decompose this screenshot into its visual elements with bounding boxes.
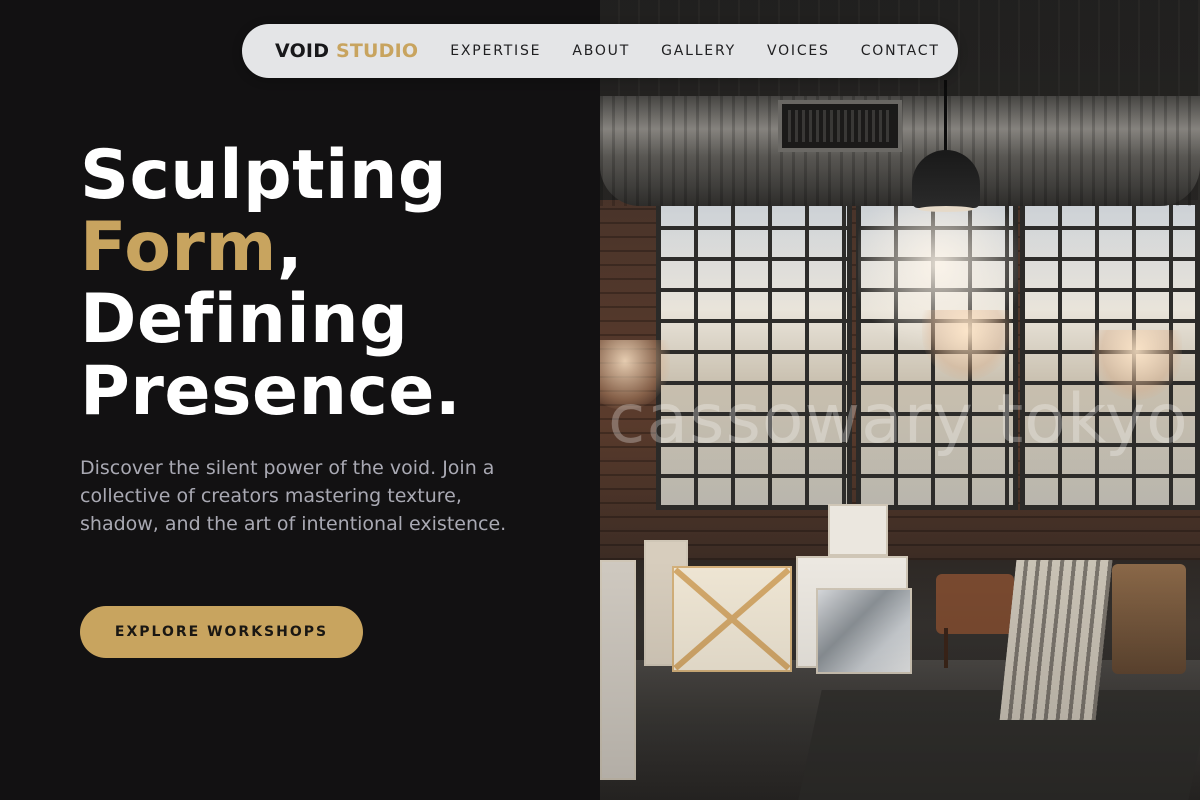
headline-line-2: Form, xyxy=(80,212,461,284)
image-watermark: cassowary tokyo xyxy=(608,380,1189,459)
nav-link-about[interactable]: ABOUT xyxy=(572,43,630,59)
headline-line-4: Presence. xyxy=(80,352,462,431)
hero-headline: Sculpting Form, Defining Presence. xyxy=(80,140,461,428)
headline-comma: , xyxy=(276,208,304,287)
brand-logo[interactable]: VOID STUDIO xyxy=(275,40,418,62)
brand-primary: VOID xyxy=(275,40,330,62)
headline-line-1: Sculpting xyxy=(80,136,448,215)
hero-left-panel: Sculpting Form, Defining Presence. Disco… xyxy=(0,0,600,800)
nav-link-contact[interactable]: CONTACT xyxy=(861,43,940,59)
brand-accent: STUDIO xyxy=(336,40,419,62)
headline-line-3: Defining xyxy=(80,280,409,359)
main-navigation: VOID STUDIO EXPERTISE ABOUT GALLERY VOIC… xyxy=(242,24,958,78)
nav-link-expertise[interactable]: EXPERTISE xyxy=(450,43,541,59)
hero-description: Discover the silent power of the void. J… xyxy=(80,457,507,535)
studio-hero-image: cassowary tokyo xyxy=(600,0,1200,800)
nav-link-gallery[interactable]: GALLERY xyxy=(661,43,736,59)
explore-workshops-button[interactable]: EXPLORE WORKSHOPS xyxy=(80,606,363,658)
headline-accent-word: Form xyxy=(80,208,277,287)
nav-link-voices[interactable]: VOICES xyxy=(767,43,830,59)
